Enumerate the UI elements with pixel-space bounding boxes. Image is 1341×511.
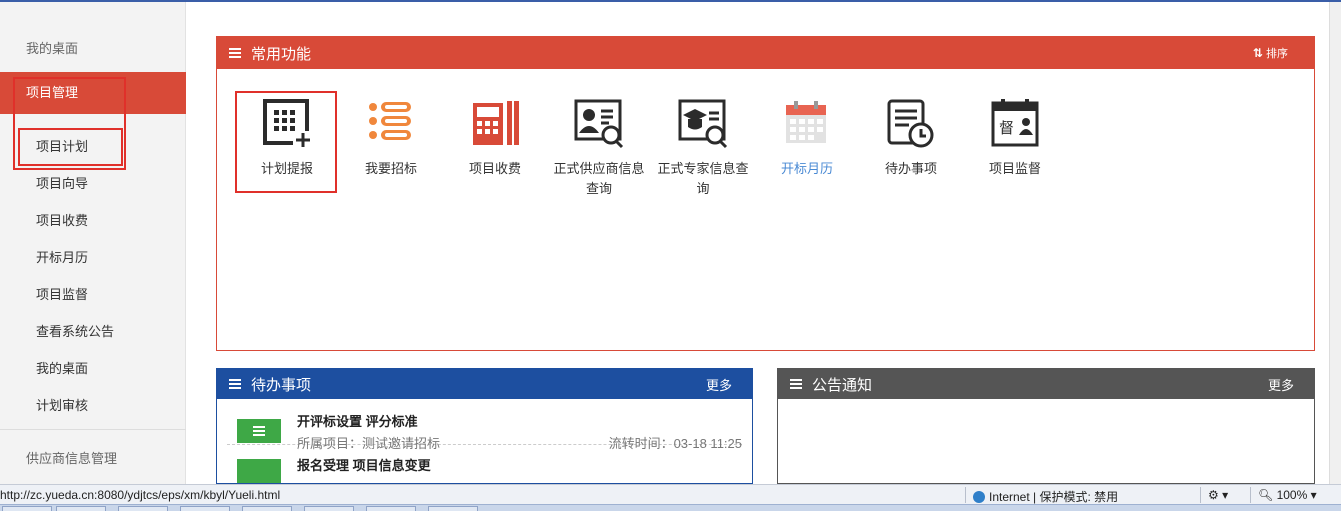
globe-icon xyxy=(973,491,985,503)
supervise-icon: 督 xyxy=(991,99,1039,147)
plan-submit-icon xyxy=(263,99,313,149)
func-label: 待办事项 xyxy=(884,161,937,176)
todo-header: 待办事项 更多 xyxy=(217,369,752,399)
sidebar: 我的桌面 项目管理 项目计划 项目向导 项目收费 开标月历 项目监督 查看系统公… xyxy=(0,2,186,484)
list-icon xyxy=(790,377,802,391)
func-plan-submit[interactable]: 计划提报 xyxy=(239,97,335,179)
func-bid-calendar[interactable]: 开标月历 xyxy=(759,97,855,179)
todo-badge xyxy=(237,459,281,483)
common-functions-panel: 常用功能 ⇅ 排序 计划提报 我要招标 项目收费 正式供应商信息查询 正式专家信… xyxy=(216,36,1315,351)
func-expert-search[interactable]: 正式专家信息查询 xyxy=(655,97,751,199)
sidebar-divider xyxy=(0,429,186,430)
chevron-down-icon: ▾ xyxy=(1310,488,1317,502)
taskbar-button[interactable] xyxy=(366,506,416,511)
status-zone-label: Internet | 保护模式: 禁用 xyxy=(989,490,1119,504)
sidebar-item-my-desktop[interactable]: 我的桌面 xyxy=(36,358,88,377)
svg-text:督: 督 xyxy=(999,119,1014,137)
status-url: http://zc.yueda.cn:8080/ydjtcs/eps/xm/kb… xyxy=(0,488,281,502)
notice-title: 公告通知 xyxy=(812,376,873,394)
status-divider xyxy=(965,487,966,503)
func-project-fee[interactable]: 项目收费 xyxy=(447,97,543,179)
vertical-scrollbar[interactable] xyxy=(1329,2,1341,484)
bid-list-icon xyxy=(369,102,411,140)
func-supplier-search[interactable]: 正式供应商信息查询 xyxy=(551,97,647,199)
todo-badge xyxy=(237,419,281,443)
zoom-level: 100% xyxy=(1276,488,1308,502)
notice-panel: 公告通知 更多 xyxy=(777,368,1315,484)
calendar-icon xyxy=(786,101,826,143)
func-label: 项目监督 xyxy=(988,161,1041,176)
sidebar-group-desktop[interactable]: 我的桌面 xyxy=(0,38,186,57)
todo-title: 待办事项 xyxy=(251,376,312,394)
func-bidding[interactable]: 我要招标 xyxy=(343,97,439,179)
todo-item-title: 报名受理 项目信息变更 xyxy=(297,458,431,473)
taskbar-button[interactable] xyxy=(2,506,52,511)
cashier-icon xyxy=(473,101,519,145)
func-label: 我要招标 xyxy=(364,161,417,176)
todo-item[interactable]: 报名受理 项目信息变更 xyxy=(227,445,742,483)
taskbar-button[interactable] xyxy=(118,506,168,511)
todo-clock-icon xyxy=(887,99,934,148)
list-icon xyxy=(253,426,265,438)
security-icon: ⚙ ▾ xyxy=(1208,488,1229,502)
zoom-control[interactable]: 🔍︎ 100% ▾ xyxy=(1258,488,1317,502)
func-label: 正式专家信息查询 xyxy=(657,161,749,196)
sort-button[interactable]: ⇅ 排序 xyxy=(1253,45,1288,61)
taskbar-button[interactable] xyxy=(242,506,292,511)
sort-arrows-icon: ⇅ xyxy=(1252,46,1263,60)
common-functions-header: 常用功能 ⇅ 排序 xyxy=(217,37,1314,69)
sort-label: 排序 xyxy=(1266,48,1288,60)
todo-item-title: 开评标设置 评分标准 xyxy=(297,414,418,429)
notice-more-link[interactable]: 更多 xyxy=(1268,375,1294,394)
sidebar-item-system-notice[interactable]: 查看系统公告 xyxy=(36,321,114,340)
func-label: 计划提报 xyxy=(260,161,313,176)
sidebar-item-project-wizard[interactable]: 项目向导 xyxy=(36,173,88,192)
notice-header: 公告通知 更多 xyxy=(778,369,1314,399)
func-todo[interactable]: 待办事项 xyxy=(863,97,959,179)
func-label: 开标月历 xyxy=(780,161,833,176)
highlight-outline-project-plan xyxy=(18,128,123,166)
status-zone[interactable]: Internet | 保护模式: 禁用 xyxy=(973,488,1118,505)
sidebar-item-plan-review[interactable]: 计划审核 xyxy=(36,395,88,414)
taskbar-button[interactable] xyxy=(304,506,354,511)
common-functions-title: 常用功能 xyxy=(251,45,312,63)
taskbar-button[interactable] xyxy=(56,506,106,511)
expert-search-icon xyxy=(678,99,728,149)
sidebar-item-project-supervision[interactable]: 项目监督 xyxy=(36,284,88,303)
supplier-search-icon xyxy=(574,99,624,149)
taskbar-button[interactable] xyxy=(428,506,478,511)
sidebar-item-project-fee[interactable]: 项目收费 xyxy=(36,210,88,229)
func-supervise[interactable]: 督 项目监督 xyxy=(967,97,1063,179)
taskbar-button[interactable] xyxy=(180,506,230,511)
taskbar xyxy=(0,504,1341,511)
todo-panel: 待办事项 更多 开评标设置 评分标准 所属项目：测试邀请招标 流转时间：03-1… xyxy=(216,368,753,484)
sidebar-group-supplier-management[interactable]: 供应商信息管理 xyxy=(0,448,186,467)
security-dropdown[interactable]: ⚙ ▾ xyxy=(1208,488,1228,502)
browser-status-bar: http://zc.yueda.cn:8080/ydjtcs/eps/xm/kb… xyxy=(0,484,1341,504)
func-label: 项目收费 xyxy=(468,161,521,176)
list-icon xyxy=(229,46,241,60)
func-label: 正式供应商信息查询 xyxy=(553,161,645,196)
top-border xyxy=(0,0,1341,2)
zoom-icon: 🔍︎ xyxy=(1258,488,1274,502)
todo-more-link[interactable]: 更多 xyxy=(706,375,732,394)
sidebar-item-bid-calendar[interactable]: 开标月历 xyxy=(36,247,88,266)
todo-item[interactable]: 开评标设置 评分标准 所属项目：测试邀请招标 流转时间：03-18 11:25 xyxy=(227,399,742,451)
status-divider xyxy=(1200,487,1201,503)
list-icon xyxy=(229,377,241,391)
status-divider xyxy=(1250,487,1251,503)
